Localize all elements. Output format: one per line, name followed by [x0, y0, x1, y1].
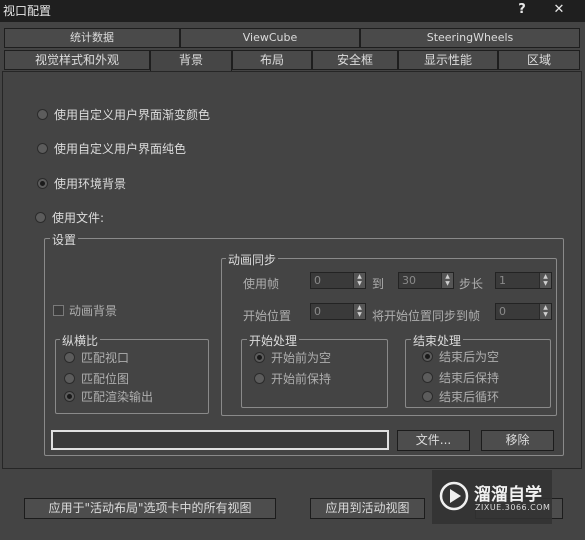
radio-hold-before-start-label: 开始前保持 — [271, 372, 332, 386]
frame-to-spinner[interactable]: 30 ▲ ▼ — [398, 272, 454, 289]
step-spinner[interactable]: 1 ▲ ▼ — [495, 272, 552, 289]
radio-match-render-output-label: 匹配渲染输出 — [81, 390, 154, 404]
animation-sync-title: 动画同步 — [226, 251, 279, 268]
radio-loop-after-end[interactable] — [422, 391, 433, 402]
tab-viewcube[interactable]: ViewCube — [180, 28, 360, 48]
start-processing-title: 开始处理 — [247, 332, 300, 349]
settings-title: 设置 — [50, 231, 79, 248]
use-frames-label: 使用帧 — [243, 277, 280, 291]
spin-down-icon[interactable]: ▼ — [442, 280, 453, 287]
radio-hold-after-end[interactable] — [422, 372, 433, 383]
radio-solid-label: 使用自定义用户界面纯色 — [54, 142, 187, 156]
tab-stats[interactable]: 统计数据 — [4, 28, 180, 48]
frame-from-spinner[interactable]: 0 ▲ ▼ — [310, 272, 366, 289]
to-label: 到 — [372, 277, 385, 291]
frame-to-value: 30 — [402, 274, 416, 287]
radio-blank-after-end-label: 结束后为空 — [439, 350, 500, 364]
tab-visual-style[interactable]: 视觉样式和外观 — [4, 50, 150, 70]
help-icon[interactable]: ? — [510, 0, 534, 20]
spin-down-icon[interactable]: ▼ — [540, 280, 551, 287]
apply-to-all-views-button[interactable]: 应用于"活动布局"选项卡中的所有视图 — [24, 498, 276, 519]
spin-down-icon[interactable]: ▼ — [354, 280, 365, 287]
radio-blank-before-start[interactable] — [254, 352, 265, 363]
sync-start-label: 将开始位置同步到帧 — [372, 309, 481, 323]
radio-match-render-output[interactable] — [64, 391, 75, 402]
window-title: 视口配置 — [3, 4, 52, 18]
spin-up-icon[interactable]: ▲ — [354, 304, 365, 311]
end-processing-title: 结束处理 — [411, 332, 464, 349]
spin-up-icon[interactable]: ▲ — [354, 273, 365, 280]
remove-button[interactable]: 移除 — [481, 430, 554, 451]
radio-match-bitmap[interactable] — [64, 373, 75, 384]
tab-layout[interactable]: 布局 — [232, 50, 312, 70]
close-icon[interactable]: ✕ — [547, 0, 571, 20]
radio-match-bitmap-label: 匹配位图 — [81, 372, 130, 386]
tab-safe-frame[interactable]: 安全框 — [312, 50, 398, 70]
radio-environment-label: 使用环境背景 — [54, 177, 127, 191]
radio-gradient-label: 使用自定义用户界面渐变颜色 — [54, 108, 211, 122]
radio-match-viewport[interactable] — [64, 352, 75, 363]
radio-blank-after-end[interactable] — [422, 351, 433, 362]
aspect-ratio-title: 纵横比 — [60, 332, 101, 349]
file-path-field[interactable] — [51, 430, 389, 450]
start-position-value: 0 — [314, 305, 321, 318]
radio-loop-after-end-label: 结束后循环 — [439, 390, 500, 404]
watermark: 溜溜自学 ZIXUE.3066.COM — [432, 470, 552, 524]
spin-down-icon[interactable]: ▼ — [540, 311, 551, 318]
files-button[interactable]: 文件... — [397, 430, 470, 451]
apply-to-active-view-button[interactable]: 应用到活动视图 — [310, 498, 425, 519]
radio-match-viewport-label: 匹配视口 — [81, 351, 130, 365]
tab-regions[interactable]: 区域 — [498, 50, 580, 70]
start-position-label: 开始位置 — [243, 309, 292, 323]
start-position-spinner[interactable]: 0 ▲ ▼ — [310, 303, 366, 320]
sync-frame-value: 0 — [499, 305, 506, 318]
animate-background-checkbox[interactable] — [53, 305, 64, 316]
radio-file[interactable] — [35, 212, 46, 223]
watermark-url: ZIXUE.3066.COM — [475, 503, 551, 512]
radio-hold-before-start[interactable] — [254, 373, 265, 384]
sync-frame-spinner[interactable]: 0 ▲ ▼ — [495, 303, 552, 320]
spin-up-icon[interactable]: ▲ — [540, 273, 551, 280]
radio-blank-before-start-label: 开始前为空 — [271, 351, 332, 365]
watermark-brand: 溜溜自学 — [474, 485, 542, 505]
tab-steeringwheels[interactable]: SteeringWheels — [360, 28, 580, 48]
radio-solid[interactable] — [37, 143, 48, 154]
radio-hold-after-end-label: 结束后保持 — [439, 371, 500, 385]
radio-file-label: 使用文件: — [52, 211, 105, 225]
tab-display-performance[interactable]: 显示性能 — [398, 50, 498, 70]
spin-down-icon[interactable]: ▼ — [354, 311, 365, 318]
radio-gradient[interactable] — [37, 109, 48, 120]
step-value: 1 — [499, 274, 506, 287]
spin-up-icon[interactable]: ▲ — [442, 273, 453, 280]
animate-background-label: 动画背景 — [69, 304, 118, 318]
frame-from-value: 0 — [314, 274, 321, 287]
radio-environment[interactable] — [37, 178, 48, 189]
play-logo-icon — [439, 481, 469, 511]
step-label: 步长 — [459, 277, 484, 291]
spin-up-icon[interactable]: ▲ — [540, 304, 551, 311]
tab-background[interactable]: 背景 — [150, 50, 232, 72]
title-bar — [0, 0, 585, 22]
